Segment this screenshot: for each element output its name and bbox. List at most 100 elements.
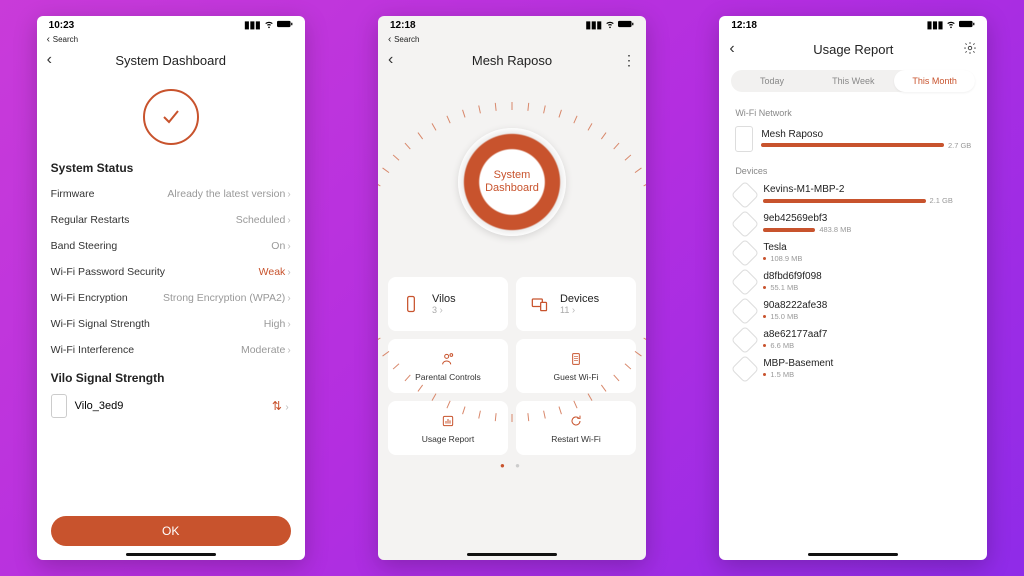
- restart-wifi-icon: [568, 413, 584, 431]
- status-row[interactable]: Wi-Fi InterferenceModerate ›: [51, 337, 291, 363]
- back-button[interactable]: ‹: [729, 40, 734, 58]
- card-title: Vilos: [432, 293, 456, 305]
- device-name: 9eb42569ebf3: [763, 213, 971, 224]
- system-dashboard-dial[interactable]: SystemDashboard: [432, 102, 592, 262]
- home-indicator[interactable]: [467, 553, 557, 556]
- period-tabs: Today This Week This Month: [731, 70, 975, 92]
- home-indicator[interactable]: [126, 553, 216, 556]
- settings-button[interactable]: [963, 41, 977, 58]
- usage-value: 2.7 GB: [948, 141, 971, 150]
- device-icon: [731, 180, 759, 208]
- page-dots: ● ●: [378, 461, 646, 470]
- usage-value: 108.9 MB: [770, 254, 802, 263]
- card-count: 3: [432, 305, 437, 315]
- breadcrumb-back[interactable]: Search: [378, 34, 646, 45]
- status-row[interactable]: Wi-Fi Encryption Strong Encryption (WPA2)…: [51, 285, 291, 311]
- card-title: Guest Wi-Fi: [554, 372, 599, 382]
- gear-icon: [963, 41, 977, 55]
- screen-home: 12:18 ▮▮▮ Search ‹ Mesh Raposo ⋮ SystemD…: [378, 16, 646, 560]
- status-row[interactable]: Wi-Fi Signal StrengthHigh ›: [51, 311, 291, 337]
- device-icon: [731, 325, 759, 353]
- usage-dot: [763, 373, 766, 376]
- status-icons: ▮▮▮: [927, 19, 976, 32]
- vilo-signal-heading: Vilo Signal Strength: [51, 371, 291, 385]
- device-item[interactable]: a8e62177aaf76.6 MB: [735, 325, 971, 354]
- signal-item-name: Vilo_3ed9: [75, 400, 124, 412]
- status-time: 12:18: [731, 20, 757, 31]
- navbar: ‹ System Dashboard: [37, 45, 305, 75]
- vilos-card[interactable]: Vilos 3 ›: [388, 277, 508, 331]
- usage-dot: [763, 344, 766, 347]
- home-indicator[interactable]: [808, 553, 898, 556]
- usage-value: 2.1 GB: [930, 196, 953, 205]
- restart-wifi-card[interactable]: Restart Wi-Fi: [516, 401, 636, 455]
- signal-icon: ▮▮▮: [927, 20, 944, 31]
- status-row[interactable]: Regular RestartsScheduled ›: [51, 207, 291, 233]
- usage-dot: [763, 257, 766, 260]
- devices-heading: Devices: [735, 166, 971, 176]
- page-title: Usage Report: [813, 42, 893, 57]
- guest-wifi-icon: [568, 351, 584, 369]
- status-icons: ▮▮▮: [585, 19, 634, 32]
- tab-today[interactable]: Today: [731, 70, 812, 92]
- signal-strength-icon: ⇅ ›: [272, 399, 289, 413]
- row-value: Already the latest version ›: [167, 188, 290, 200]
- device-name: Tesla: [763, 242, 971, 253]
- status-row[interactable]: FirmwareAlready the latest version ›: [51, 181, 291, 207]
- wifi-icon: [264, 19, 274, 32]
- menu-button[interactable]: ⋮: [622, 52, 636, 69]
- device-item[interactable]: Tesla108.9 MB: [735, 238, 971, 267]
- device-item[interactable]: 9eb42569ebf3483.8 MB: [735, 209, 971, 238]
- device-item[interactable]: MBP-Basement1.5 MB: [735, 354, 971, 383]
- status-row[interactable]: Wi-Fi Password SecurityWeak ›: [51, 259, 291, 285]
- signal-icon: ▮▮▮: [244, 20, 261, 31]
- page-title: Mesh Raposo: [472, 53, 552, 68]
- check-icon: [143, 89, 199, 145]
- usage-report-card[interactable]: Usage Report: [388, 401, 508, 455]
- navbar: ‹ Mesh Raposo ⋮: [378, 45, 646, 75]
- router-icon: [735, 126, 753, 152]
- card-title: Parental Controls: [415, 372, 481, 382]
- row-label: Wi-Fi Encryption: [51, 292, 128, 304]
- row-label: Band Steering: [51, 240, 118, 252]
- status-row[interactable]: Band SteeringOn ›: [51, 233, 291, 259]
- device-item[interactable]: Kevins-M1-MBP-22.1 GB: [735, 180, 971, 209]
- wifi-network-heading: Wi-Fi Network: [735, 108, 971, 118]
- ok-button[interactable]: OK: [51, 516, 291, 546]
- status-bar: 10:23 ▮▮▮: [37, 16, 305, 34]
- signal-item[interactable]: Vilo_3ed9 ⇅ ›: [51, 391, 291, 421]
- usage-value: 55.1 MB: [770, 283, 798, 292]
- device-name: 90a8222afe38: [763, 300, 971, 311]
- parental-controls-icon: [440, 351, 456, 369]
- page-title: System Dashboard: [115, 53, 226, 68]
- device-name: Kevins-M1-MBP-2: [763, 184, 971, 195]
- device-item[interactable]: 90a8222afe3815.0 MB: [735, 296, 971, 325]
- device-icon: [731, 354, 759, 382]
- usage-value: 483.8 MB: [819, 225, 851, 234]
- guest-wifi-card[interactable]: Guest Wi-Fi: [516, 339, 636, 393]
- status-bar: 12:18 ▮▮▮: [378, 16, 646, 34]
- battery-icon: [618, 19, 634, 32]
- tab-this-week[interactable]: This Week: [813, 70, 894, 92]
- device-icon: [731, 209, 759, 237]
- usage-value: 6.6 MB: [770, 341, 794, 350]
- signal-icon: ▮▮▮: [585, 20, 602, 31]
- device-item[interactable]: d8fbd6f9f09855.1 MB: [735, 267, 971, 296]
- usage-value: 15.0 MB: [770, 312, 798, 321]
- row-label: Regular Restarts: [51, 214, 130, 226]
- back-button[interactable]: ‹: [47, 51, 52, 69]
- usage-dot: [763, 315, 766, 318]
- back-button[interactable]: ‹: [388, 51, 393, 69]
- card-count: 11: [560, 305, 569, 315]
- tab-this-month[interactable]: This Month: [894, 70, 975, 92]
- device-name: a8e62177aaf7: [763, 329, 971, 340]
- row-value: Strong Encryption (WPA2) ›: [163, 292, 291, 304]
- devices-card[interactable]: Devices 11 ›: [516, 277, 636, 331]
- device-name: MBP-Basement: [763, 358, 971, 369]
- breadcrumb-back[interactable]: Search: [37, 34, 305, 45]
- usage-value: 1.5 MB: [770, 370, 794, 379]
- network-item[interactable]: Mesh Raposo 2.7 GB: [735, 122, 971, 156]
- device-icon: [731, 238, 759, 266]
- navbar: ‹ Usage Report: [719, 34, 987, 64]
- parental-controls-card[interactable]: Parental Controls: [388, 339, 508, 393]
